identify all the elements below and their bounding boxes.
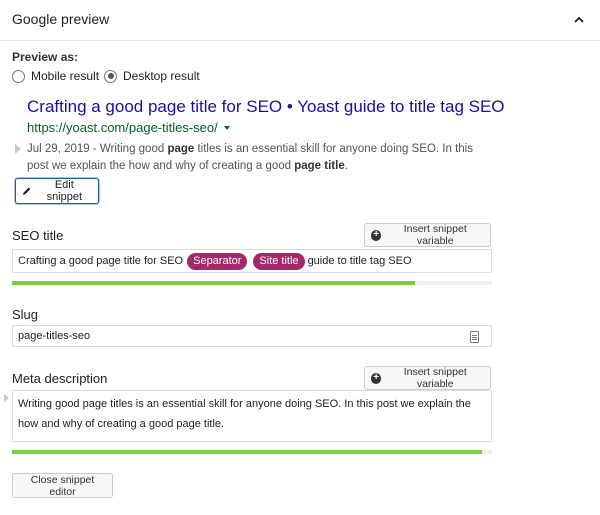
pencil-icon xyxy=(22,187,31,195)
slug-input[interactable]: page-titles-seo xyxy=(12,325,492,347)
radio-circle[interactable] xyxy=(12,69,25,83)
document-icon[interactable] xyxy=(470,331,479,343)
slug-label: Slug xyxy=(12,307,39,322)
insert-snippet-variable-button-meta[interactable]: + Insert snippet variable xyxy=(364,366,491,390)
insert-snippet-variable-button-title[interactable]: + Insert snippet variable xyxy=(364,223,491,247)
triangle-right-icon xyxy=(15,144,21,154)
snippet-description: Jul 29, 2019 - Writing good page titles … xyxy=(27,141,497,175)
google-preview-header[interactable]: Google preview xyxy=(0,0,600,40)
desktop-result-radio[interactable]: Desktop result xyxy=(104,68,200,84)
header-divider xyxy=(0,40,600,41)
site-title-pill[interactable]: Site title xyxy=(253,252,305,270)
snippet-url: https://yoast.com/page-titles-seo/ xyxy=(27,120,230,135)
chevron-up-icon[interactable] xyxy=(569,10,589,30)
meta-description-label: Meta description xyxy=(12,371,108,386)
mobile-result-radio[interactable]: Mobile result xyxy=(12,68,99,84)
seo-title-suffix: guide to title tag SEO xyxy=(307,255,412,267)
seo-title-prefix: Crafting a good page title for SEO xyxy=(18,255,184,267)
plus-circle-icon: + xyxy=(371,372,382,384)
caret-down-icon xyxy=(223,125,230,130)
close-snippet-editor-button[interactable]: Close snippet editor xyxy=(12,473,113,498)
panel-title: Google preview xyxy=(12,11,110,27)
desc-part: . xyxy=(344,160,348,172)
insert-label: Insert snippet variable xyxy=(403,223,467,247)
insert-label: Insert snippet variable xyxy=(403,366,467,390)
radio-circle-checked[interactable] xyxy=(104,69,117,83)
edit-snippet-label: Edit snippet xyxy=(46,179,83,203)
slug-value: page-titles-seo xyxy=(18,330,91,342)
snippet-title[interactable]: Crafting a good page title for SEO • Yoa… xyxy=(27,97,505,117)
seo-title-input[interactable]: Crafting a good page title for SEO Separ… xyxy=(12,249,492,273)
close-label: Close snippet editor xyxy=(30,473,95,498)
progress-fill xyxy=(12,281,416,285)
desktop-result-label: Desktop result xyxy=(123,69,200,83)
desc-highlight: page xyxy=(167,143,195,155)
meta-description-progress-bar xyxy=(12,450,492,454)
triangle-right-icon xyxy=(4,394,9,402)
preview-as-label: Preview as: xyxy=(12,50,79,64)
snippet-date: Jul 29, 2019 - xyxy=(27,143,100,155)
snippet-url-text: https://yoast.com/page-titles-seo/ xyxy=(27,120,218,135)
separator-pill[interactable]: Separator xyxy=(187,252,248,270)
seo-title-label: SEO title xyxy=(12,228,64,243)
mobile-result-label: Mobile result xyxy=(31,69,100,83)
seo-title-progress-bar xyxy=(12,281,492,285)
desc-part: Writing good xyxy=(99,143,168,155)
edit-snippet-button[interactable]: Edit snippet xyxy=(15,178,99,204)
progress-fill xyxy=(12,450,483,454)
meta-description-input[interactable]: Writing good page titles is an essential… xyxy=(12,390,492,442)
desc-highlight: page title xyxy=(294,160,345,172)
plus-circle-icon: + xyxy=(371,229,382,241)
